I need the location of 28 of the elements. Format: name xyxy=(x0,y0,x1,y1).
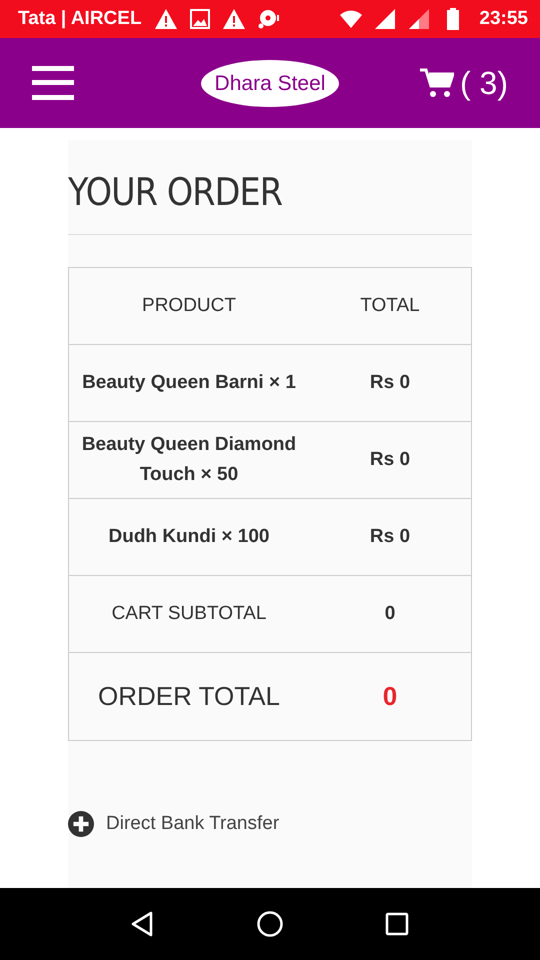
payment-option[interactable]: Direct Bank Transfer xyxy=(106,813,280,835)
warning-icon xyxy=(222,7,246,31)
menu-icon[interactable] xyxy=(32,66,74,100)
image-icon xyxy=(188,7,212,31)
product-name: ORDER TOTAL xyxy=(98,681,280,711)
signal-icon xyxy=(407,7,432,31)
logo[interactable]: Dhara Steel xyxy=(201,60,339,107)
price: Rs 0 xyxy=(370,372,410,393)
cart-icon[interactable] xyxy=(420,68,454,98)
price: Rs 0 xyxy=(370,449,410,470)
cart-count[interactable]: ( 3) xyxy=(460,64,508,102)
product-name: Beauty Queen Diamond Touch × 50 xyxy=(82,434,296,485)
column-header: PRODUCT xyxy=(68,268,309,344)
page-title: YOUR ORDER xyxy=(68,169,284,216)
disc-icon xyxy=(256,7,280,31)
price: 0 xyxy=(382,681,398,711)
product-name: Dudh Kundi × 100 xyxy=(108,526,270,547)
warning-icon xyxy=(154,7,178,31)
product-name: CART SUBTOTAL xyxy=(112,603,266,624)
price: Rs 0 xyxy=(370,526,410,547)
product-name: Beauty Queen Barni × 1 xyxy=(82,372,296,393)
carrier-name: Tata | AIRCEL xyxy=(18,8,142,30)
plus-icon[interactable] xyxy=(68,811,94,837)
clock-time: 23:55 xyxy=(479,8,528,30)
signal-icon xyxy=(373,7,398,31)
home-icon[interactable] xyxy=(256,910,284,938)
price: 0 xyxy=(384,603,396,624)
column-header: TOTAL xyxy=(309,268,472,344)
